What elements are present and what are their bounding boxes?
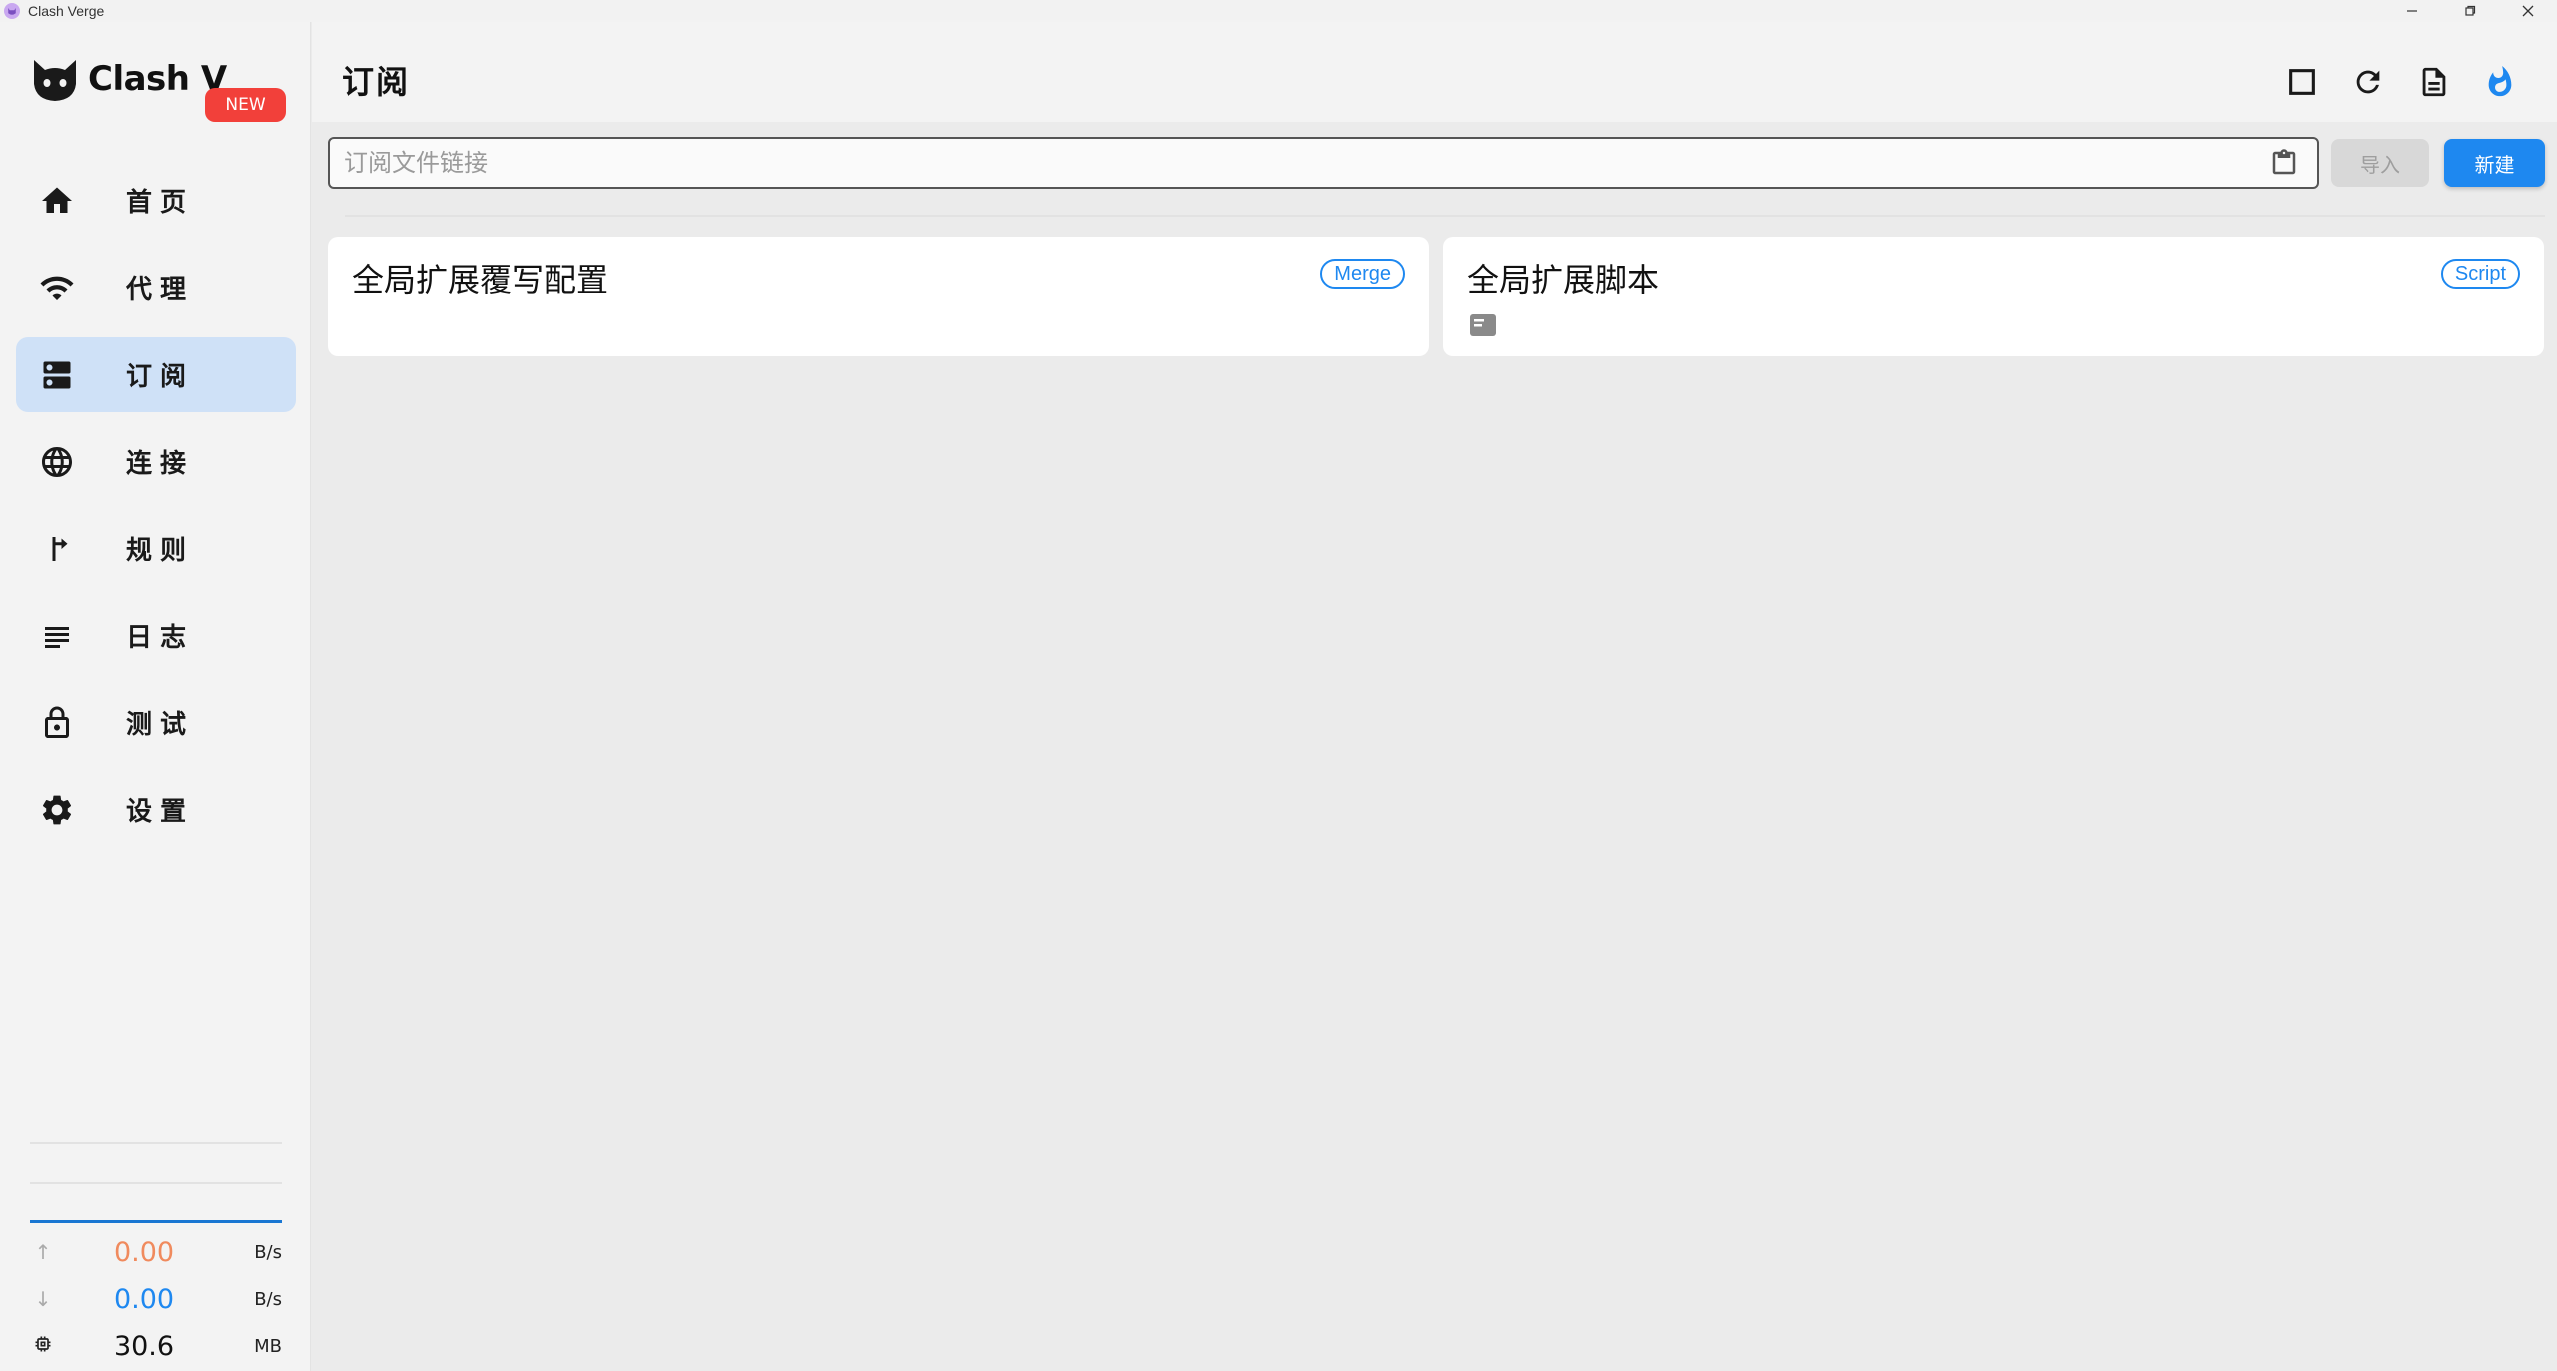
arrow-up-icon: ↑ bbox=[34, 1240, 52, 1264]
new-badge: NEW bbox=[205, 88, 286, 122]
upload-unit: B/s bbox=[254, 1241, 282, 1263]
sidebar-item-subscriptions[interactable]: 订阅 bbox=[16, 337, 296, 412]
page-header: 订阅 bbox=[312, 22, 2557, 122]
brand-logo: Clash V bbox=[30, 54, 227, 104]
clipboard-icon[interactable] bbox=[2269, 148, 2299, 178]
stop-square-icon bbox=[2289, 69, 2315, 95]
subscription-url-input[interactable] bbox=[330, 139, 2269, 187]
new-button[interactable]: 新建 bbox=[2444, 139, 2545, 187]
refresh-icon bbox=[2356, 70, 2380, 94]
sidebar-item-rules[interactable]: 规则 bbox=[16, 511, 296, 586]
wifi-icon bbox=[38, 269, 76, 307]
home-icon bbox=[38, 182, 76, 220]
header-actions bbox=[2269, 62, 2533, 102]
profile-card-merge[interactable]: 全局扩展覆写配置 Merge bbox=[328, 237, 1429, 356]
lines-icon bbox=[38, 617, 76, 655]
sidebar-item-label: 设置 bbox=[126, 797, 195, 827]
app-icon bbox=[4, 3, 20, 19]
sidebar: Clash V NEW 首页 代理 订阅 连接 规则 日志 测试 设置 ↑ 0.… bbox=[0, 22, 311, 1371]
download-speed: ↓ 0.00 B/s bbox=[30, 1279, 282, 1319]
sidebar-item-label: 测试 bbox=[126, 710, 195, 740]
close-icon bbox=[2522, 5, 2534, 17]
upload-speed: ↑ 0.00 B/s bbox=[30, 1232, 282, 1272]
sidebar-item-label: 订阅 bbox=[126, 362, 195, 392]
sidebar-item-connections[interactable]: 连接 bbox=[16, 424, 296, 499]
traffic-graph-line bbox=[30, 1220, 282, 1223]
cat-logo-icon bbox=[34, 60, 76, 101]
sidebar-item-label: 日志 bbox=[126, 623, 195, 653]
profile-type-chip: Merge bbox=[1320, 259, 1405, 289]
dns-icon bbox=[38, 356, 76, 394]
sidebar-item-home[interactable]: 首页 bbox=[16, 163, 296, 238]
arrow-down-icon: ↓ bbox=[34, 1287, 52, 1311]
sidebar-item-proxy[interactable]: 代理 bbox=[16, 250, 296, 325]
import-button[interactable]: 导入 bbox=[2331, 139, 2429, 187]
divider bbox=[345, 215, 2545, 217]
window-controls bbox=[2383, 0, 2557, 22]
flame-button[interactable] bbox=[2467, 62, 2533, 102]
profile-title: 全局扩展脚本 bbox=[1467, 261, 1660, 299]
minimize-button[interactable] bbox=[2383, 0, 2441, 22]
flame-icon bbox=[2488, 65, 2512, 97]
sidebar-item-label: 规则 bbox=[126, 536, 195, 566]
memory-icon bbox=[30, 1334, 56, 1359]
memory-unit: MB bbox=[254, 1335, 282, 1357]
sidebar-item-test[interactable]: 测试 bbox=[16, 685, 296, 760]
sidebar-item-logs[interactable]: 日志 bbox=[16, 598, 296, 673]
profile-type-chip: Script bbox=[2440, 259, 2520, 289]
sidebar-item-settings[interactable]: 设置 bbox=[16, 772, 296, 847]
page-title: 订阅 bbox=[342, 63, 411, 101]
document-icon bbox=[2422, 67, 2446, 97]
download-value: 0.00 bbox=[113, 1283, 175, 1315]
sidebar-item-label: 连接 bbox=[126, 449, 195, 479]
close-button[interactable] bbox=[2499, 0, 2557, 22]
memory-value: 30.6 bbox=[113, 1330, 175, 1362]
window-title: Clash Verge bbox=[28, 3, 105, 19]
restore-button[interactable] bbox=[2441, 0, 2499, 22]
sidebar-nav: 首页 代理 订阅 连接 规则 日志 测试 设置 bbox=[16, 163, 296, 859]
divider bbox=[30, 1182, 282, 1184]
url-input-wrapper bbox=[328, 137, 2319, 189]
download-unit: B/s bbox=[254, 1288, 282, 1310]
window-titlebar: Clash Verge bbox=[0, 0, 2557, 22]
divider bbox=[30, 1142, 282, 1144]
document-button[interactable] bbox=[2401, 62, 2467, 102]
subscription-toolbar: 导入 新建 bbox=[328, 137, 2546, 189]
stop-button[interactable] bbox=[2269, 62, 2335, 102]
memory-usage: 30.6 MB bbox=[30, 1326, 282, 1366]
file-icon bbox=[1470, 314, 1496, 336]
sidebar-item-label: 代理 bbox=[126, 275, 195, 305]
sidebar-item-label: 首页 bbox=[126, 188, 195, 218]
minimize-icon bbox=[2407, 10, 2417, 12]
gear-icon bbox=[38, 791, 76, 829]
refresh-button[interactable] bbox=[2335, 62, 2401, 102]
profile-card-script[interactable]: 全局扩展脚本 Script bbox=[1443, 237, 2544, 356]
upload-value: 0.00 bbox=[113, 1236, 175, 1268]
globe-icon bbox=[38, 443, 76, 481]
profile-title: 全局扩展覆写配置 bbox=[352, 261, 609, 299]
fork-right-icon bbox=[38, 530, 76, 568]
restore-icon bbox=[2465, 5, 2476, 16]
lock-icon bbox=[38, 704, 76, 742]
